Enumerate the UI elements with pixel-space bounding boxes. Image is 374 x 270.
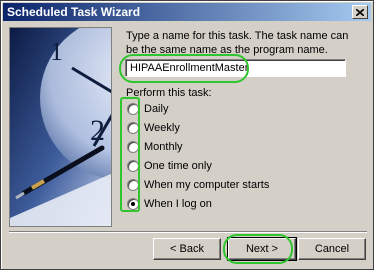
title-bar[interactable]: Scheduled Task Wizard [3, 3, 371, 21]
window-title: Scheduled Task Wizard [7, 5, 141, 19]
button-divider [9, 231, 367, 233]
radio-label: When my computer starts [144, 178, 270, 191]
radio-label: One time only [144, 159, 212, 172]
next-button[interactable]: Next > [227, 237, 297, 261]
wizard-illustration: 1 2 [9, 27, 112, 227]
task-name-input[interactable] [125, 59, 346, 77]
radio-option-computer-starts[interactable]: When my computer starts [127, 177, 269, 192]
radio-option-one-time[interactable]: One time only [127, 158, 212, 173]
back-button[interactable]: < Back [153, 238, 221, 260]
radio-button[interactable] [127, 159, 139, 172]
radio-option-weekly[interactable]: Weekly [127, 120, 180, 135]
radio-label: Daily [144, 102, 169, 115]
svg-text:1: 1 [50, 37, 63, 66]
cancel-button[interactable]: Cancel [298, 238, 366, 260]
radio-button-selected[interactable] [127, 197, 139, 210]
radio-option-log-on[interactable]: When I log on [127, 196, 212, 211]
radio-button[interactable] [127, 140, 139, 153]
radio-button[interactable] [127, 102, 139, 115]
close-button[interactable] [352, 5, 368, 19]
radio-option-monthly[interactable]: Monthly [127, 139, 183, 154]
radio-button[interactable] [127, 121, 139, 134]
radio-button[interactable] [127, 178, 139, 191]
instruction-text: Type a name for this task. The task name… [126, 30, 349, 56]
close-icon [356, 8, 364, 16]
radio-option-daily[interactable]: Daily [127, 101, 168, 116]
wizard-window: Scheduled Task Wizard 1 2 Type a name fo… [0, 0, 374, 270]
perform-label: Perform this task: [126, 87, 212, 99]
radio-label: Weekly [144, 121, 180, 134]
radio-label: When I log on [144, 197, 212, 210]
radio-label: Monthly [144, 140, 183, 153]
